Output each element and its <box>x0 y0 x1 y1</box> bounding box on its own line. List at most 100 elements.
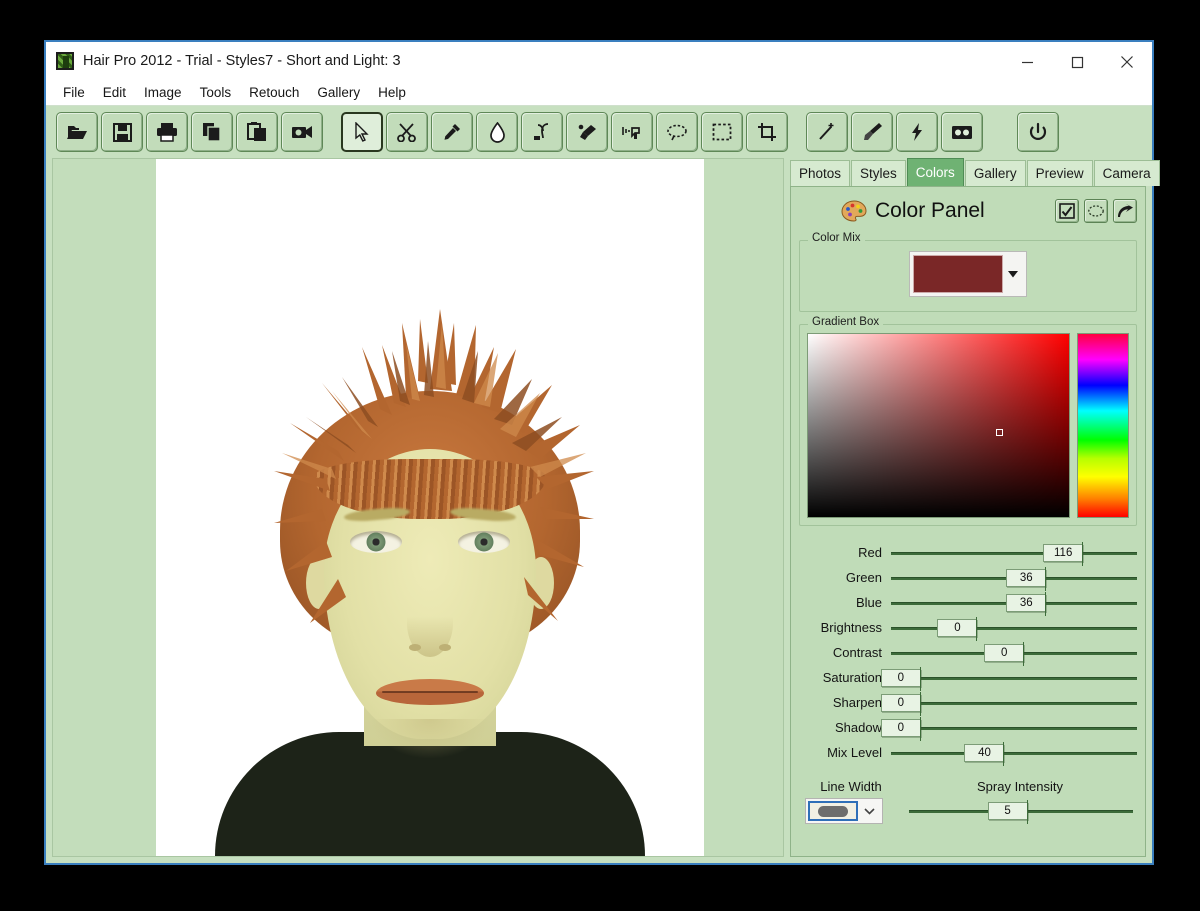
portrait-photo[interactable] <box>156 159 704 856</box>
menu-item-edit[interactable]: Edit <box>94 83 135 102</box>
panel-header: Color Panel <box>799 194 1137 228</box>
save-button[interactable] <box>101 112 143 152</box>
slider-sharpen[interactable]: 0 <box>891 692 1137 714</box>
tab-gallery[interactable]: Gallery <box>965 160 1026 186</box>
slider-thumb-mix-level[interactable]: 40 <box>964 744 1004 762</box>
bottom-row: 5 <box>799 798 1137 824</box>
scissors-button[interactable] <box>386 112 428 152</box>
camera-button[interactable] <box>281 112 323 152</box>
undo-arrow-button[interactable] <box>1113 199 1137 223</box>
slider-saturation[interactable]: 0 <box>891 667 1137 689</box>
slider-red[interactable]: 116 <box>891 542 1137 564</box>
copy-button[interactable] <box>191 112 233 152</box>
portrait-lips <box>376 679 484 705</box>
color-mix-group: Color Mix <box>799 240 1137 312</box>
lasso-dotted-button[interactable] <box>1084 199 1108 223</box>
color-swatch[interactable] <box>913 255 1003 293</box>
spray-intensity-label: Spray Intensity <box>903 779 1137 794</box>
menu-item-file[interactable]: File <box>54 83 94 102</box>
slider-thumb-saturation[interactable]: 0 <box>881 669 921 687</box>
brush-button[interactable] <box>566 112 608 152</box>
minimize-button[interactable] <box>1002 42 1052 82</box>
slider-row-red: Red 116 <box>799 540 1137 565</box>
print-button[interactable] <box>146 112 188 152</box>
slider-shadow[interactable]: 0 <box>891 717 1137 739</box>
slider-label-saturation: Saturation <box>799 670 891 685</box>
tab-camera[interactable]: Camera <box>1094 160 1160 186</box>
eyedropper-button[interactable] <box>431 112 473 152</box>
gradient-picker[interactable] <box>807 333 1070 518</box>
slider-thumb-sharpen[interactable]: 0 <box>881 694 921 712</box>
cursor-arrow-button[interactable] <box>341 112 383 152</box>
checkbox-checked-button[interactable] <box>1055 199 1079 223</box>
window-title: Hair Pro 2012 - Trial - Styles7 - Short … <box>83 53 401 69</box>
slider-thumb-green[interactable]: 36 <box>1006 569 1046 587</box>
power-button[interactable] <box>1017 112 1059 152</box>
slider-spray-intensity[interactable]: 5 <box>909 800 1133 822</box>
slider-label-sharpen: Sharpen <box>799 695 891 710</box>
slider-row-brightness: Brightness 0 <box>799 615 1137 640</box>
chevron-down-icon[interactable] <box>858 808 880 815</box>
slider-label-brightness: Brightness <box>799 620 891 635</box>
menu-bar: File Edit Image Tools Retouch Gallery He… <box>46 80 1152 106</box>
menu-item-help[interactable]: Help <box>369 83 415 102</box>
application-window: Hair Pro 2012 - Trial - Styles7 - Short … <box>44 40 1154 865</box>
toolbar-tools-group <box>341 112 788 152</box>
line-width-select[interactable] <box>805 798 883 824</box>
slider-thumb-blue[interactable]: 36 <box>1006 594 1046 612</box>
palette-icon <box>841 200 867 222</box>
line-width-preview[interactable] <box>808 801 858 821</box>
gradient-box-label: Gradient Box <box>808 316 883 328</box>
toolbar-file-group <box>56 112 323 152</box>
slider-thumb-brightness[interactable]: 0 <box>937 619 977 637</box>
crop-button[interactable] <box>746 112 788 152</box>
close-button[interactable] <box>1102 42 1152 82</box>
portrait-eye-right <box>458 531 510 553</box>
slider-blue[interactable]: 36 <box>891 592 1137 614</box>
menu-item-retouch[interactable]: Retouch <box>240 83 308 102</box>
tape-button[interactable] <box>941 112 983 152</box>
clone-stamp-button[interactable] <box>521 112 563 152</box>
app-icon <box>56 52 74 70</box>
toolbar-effects-group <box>806 112 983 152</box>
menu-item-image[interactable]: Image <box>135 83 191 102</box>
slider-row-saturation: Saturation 0 <box>799 665 1137 690</box>
tab-photos[interactable]: Photos <box>790 160 850 186</box>
water-drop-button[interactable] <box>476 112 518 152</box>
panel-header-buttons <box>1055 199 1137 223</box>
paste-button[interactable] <box>236 112 278 152</box>
hue-strip[interactable] <box>1077 333 1129 518</box>
gradient-cursor[interactable] <box>996 429 1003 436</box>
open-folder-button[interactable] <box>56 112 98 152</box>
right-panel: Photos Styles Colors Gallery Preview Cam… <box>790 158 1146 857</box>
maximize-button[interactable] <box>1052 42 1102 82</box>
color-mix-dropdown[interactable] <box>909 251 1027 297</box>
portrait-nose <box>407 589 453 657</box>
slider-contrast[interactable]: 0 <box>891 642 1137 664</box>
tab-colors[interactable]: Colors <box>907 158 964 186</box>
paintbrush-button[interactable] <box>851 112 893 152</box>
slider-brightness[interactable]: 0 <box>891 617 1137 639</box>
slider-thumb-spray-intensity[interactable]: 5 <box>988 802 1028 820</box>
slider-thumb-contrast[interactable]: 0 <box>984 644 1024 662</box>
slider-thumb-red[interactable]: 116 <box>1043 544 1083 562</box>
tab-styles[interactable]: Styles <box>851 160 906 186</box>
menu-item-tools[interactable]: Tools <box>191 83 241 102</box>
slider-row-contrast: Contrast 0 <box>799 640 1137 665</box>
slider-label-red: Red <box>799 545 891 560</box>
portrait-eye-left <box>350 531 402 553</box>
menu-item-gallery[interactable]: Gallery <box>308 83 369 102</box>
color-panel: Color Panel Color <box>790 186 1146 857</box>
chevron-down-icon[interactable] <box>1003 255 1023 293</box>
rectangle-select-button[interactable] <box>701 112 743 152</box>
slider-green[interactable]: 36 <box>891 567 1137 589</box>
magic-wand-button[interactable] <box>806 112 848 152</box>
lightning-button[interactable] <box>896 112 938 152</box>
lasso-button[interactable] <box>656 112 698 152</box>
tab-preview[interactable]: Preview <box>1027 160 1093 186</box>
spray-gun-button[interactable] <box>611 112 653 152</box>
slider-mix-level[interactable]: 40 <box>891 742 1137 764</box>
slider-thumb-shadow[interactable]: 0 <box>881 719 921 737</box>
photo-canvas[interactable] <box>52 158 784 857</box>
toolbar-power-group <box>1017 112 1059 152</box>
